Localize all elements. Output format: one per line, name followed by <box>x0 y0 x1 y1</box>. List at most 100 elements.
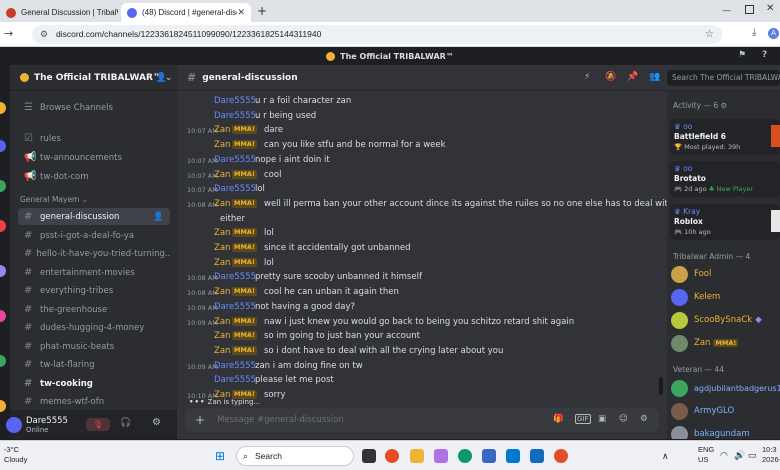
app-icon[interactable] <box>434 449 448 463</box>
browser-tab-discord[interactable]: (48) Discord | #general-discussio ✕ <box>121 3 251 22</box>
channel-psst[interactable]: # psst-i-got-a-deal-fo-ya <box>18 227 170 244</box>
new-tab-icon[interactable]: + <box>257 4 267 18</box>
member-bakagundam[interactable]: bakagundam <box>671 424 750 439</box>
member-fool[interactable]: Fool <box>671 264 711 284</box>
server-icon[interactable] <box>0 140 6 152</box>
channel-general-discussion[interactable]: # general-discussion 👤 <box>18 208 170 225</box>
apps-icon[interactable]: ⚙ <box>640 414 648 424</box>
server-icon[interactable] <box>0 400 6 412</box>
message-author[interactable]: Dare5555 <box>214 183 256 195</box>
window-close-icon[interactable]: ✕ <box>766 3 774 14</box>
emoji-icon[interactable]: ☺ <box>619 414 628 424</box>
member-armyglo[interactable]: ArmyGLO <box>671 401 734 421</box>
inbox-icon[interactable]: ⚑ <box>738 50 746 60</box>
message-author[interactable]: Dare5555 <box>214 271 256 283</box>
message-author[interactable]: Dare5555 <box>214 374 256 386</box>
chrome-active-icon[interactable] <box>554 449 568 463</box>
gift-icon[interactable]: 🎁 <box>553 414 564 424</box>
clock[interactable]: 10:3 2026- <box>762 445 780 465</box>
activity-card[interactable]: ♛ oo Brotato 🎮 2d ago ♣ New Player <box>670 161 780 197</box>
server-icon[interactable] <box>0 265 6 277</box>
wifi-icon[interactable]: ◠ <box>720 450 728 461</box>
taskbar-search[interactable]: ⌕ Search <box>236 446 354 466</box>
add-attachment-icon[interactable]: + <box>195 413 205 427</box>
site-info-icon[interactable]: ⚙ <box>40 25 48 44</box>
server-icon[interactable] <box>0 180 6 192</box>
task-view-icon[interactable] <box>362 449 376 463</box>
channel-tw-announcements[interactable]: 📢 tw-announcements <box>18 149 170 166</box>
add-member-icon[interactable]: 👤 <box>156 73 167 83</box>
channel-everything-tribes[interactable]: # everything-tribes <box>18 282 170 299</box>
profile-avatar[interactable]: A <box>768 28 779 39</box>
message-input-placeholder[interactable]: Message #general-discussion <box>217 415 344 425</box>
invite-icon[interactable]: 👤 <box>153 212 164 222</box>
settings-gear-icon[interactable]: ⚙ <box>152 417 161 428</box>
sticker-icon[interactable]: ▣ <box>598 414 606 424</box>
weather-widget[interactable]: -3°C Cloudy <box>4 445 27 465</box>
minimize-icon[interactable]: — <box>722 6 731 16</box>
message-author[interactable]: Zan <box>214 227 230 239</box>
url-field[interactable]: ⚙ discord.com/channels/12233618245110990… <box>32 25 722 44</box>
channel-memes-wtf-ofn[interactable]: # memes-wtf-ofn <box>18 393 170 410</box>
language-indicator[interactable]: ENG US <box>698 445 714 465</box>
threads-icon[interactable]: ⚡ <box>584 72 590 82</box>
close-tab-icon[interactable]: ✕ <box>237 7 245 18</box>
mute-microphone-icon[interactable]: 🎙 <box>86 418 110 431</box>
activity-card[interactable]: ♛ oo Battlefield 6 🏆 Most played: 39h <box>670 119 780 155</box>
member-agdjubilant[interactable]: agdjubilantbadgerus1b <box>671 378 780 398</box>
message-author[interactable]: Zan <box>214 198 230 210</box>
category-general-mayem[interactable]: General Mayem ⌄ <box>20 195 88 204</box>
message-author[interactable]: Zan <box>214 345 230 357</box>
message-author[interactable]: Dare5555 <box>214 154 256 166</box>
message-author[interactable]: Zan <box>214 169 230 181</box>
bookmark-star-icon[interactable]: ☆ <box>705 25 714 44</box>
chrome-icon[interactable] <box>385 449 399 463</box>
channel-rules[interactable]: ☑ rules <box>18 130 170 147</box>
browse-channels[interactable]: ☰ Browse Channels <box>18 99 170 116</box>
message-author[interactable]: Dare5555 <box>214 301 256 313</box>
message-author[interactable]: Zan <box>214 286 230 298</box>
back-icon[interactable]: → <box>4 27 13 40</box>
edge-icon[interactable] <box>458 449 472 463</box>
headphones-icon[interactable]: 🎧 <box>120 418 131 428</box>
notification-bell-icon[interactable]: 🔕 <box>605 72 616 82</box>
message-author[interactable]: Zan <box>214 257 230 269</box>
chat-scrollbar[interactable] <box>659 377 663 395</box>
message-author[interactable]: Zan <box>214 139 230 151</box>
member-zan[interactable]: Zan MMA! <box>671 333 739 353</box>
file-explorer-icon[interactable] <box>410 449 424 463</box>
help-icon[interactable]: ? <box>762 50 767 60</box>
app-icon[interactable] <box>482 449 496 463</box>
server-icon[interactable] <box>0 355 6 367</box>
server-icon[interactable] <box>0 220 6 232</box>
member-kelem[interactable]: Kelem <box>671 287 720 307</box>
avatar[interactable] <box>6 416 22 433</box>
download-icon[interactable]: ⤓ <box>752 27 756 38</box>
gif-icon[interactable]: GIF <box>575 414 591 424</box>
battery-icon[interactable]: ▭ <box>748 450 757 461</box>
search-input[interactable]: Search The Official TRIBALWAR™ <box>667 70 780 86</box>
channel-tw-dot-com[interactable]: 📢 tw-dot-com <box>18 168 170 185</box>
maximize-icon[interactable] <box>745 5 754 14</box>
channel-entertainment-movies[interactable]: # entertainment-movies <box>18 264 170 281</box>
message-author[interactable]: Zan <box>214 330 230 342</box>
volume-icon[interactable]: 🔊 <box>734 450 745 461</box>
channel-phat-music-beats[interactable]: # phat-music-beats <box>18 338 170 355</box>
channel-the-greenhouse[interactable]: # the-greenhouse <box>18 301 170 318</box>
channel-tw-cooking[interactable]: # tw-cooking <box>18 375 170 392</box>
server-icon[interactable] <box>0 102 6 114</box>
channel-hello[interactable]: # hello-it-have-you-tried-turning... <box>18 245 170 262</box>
pin-icon[interactable]: 📌 <box>627 72 638 82</box>
server-icon[interactable] <box>0 310 6 322</box>
message-author[interactable]: Zan <box>214 316 230 328</box>
message-author[interactable]: Dare5555 <box>214 110 256 122</box>
tray-chevron-icon[interactable]: ∧ <box>662 451 669 462</box>
message-composer[interactable]: + Message #general-discussion 🎁 GIF ▣ ☺ … <box>185 408 659 432</box>
message-author[interactable]: Dare5555 <box>214 360 256 372</box>
message-author[interactable]: Zan <box>214 124 230 136</box>
windows-start-icon[interactable]: ⊞ <box>215 449 225 463</box>
message-author[interactable]: Dare5555 <box>214 95 256 107</box>
store-icon[interactable] <box>506 449 520 463</box>
channel-tw-lat-flaring[interactable]: # tw-lat-flaring <box>18 356 170 373</box>
server-header[interactable]: The Official TRIBALWAR™ ⌄ 👤 <box>10 65 177 91</box>
